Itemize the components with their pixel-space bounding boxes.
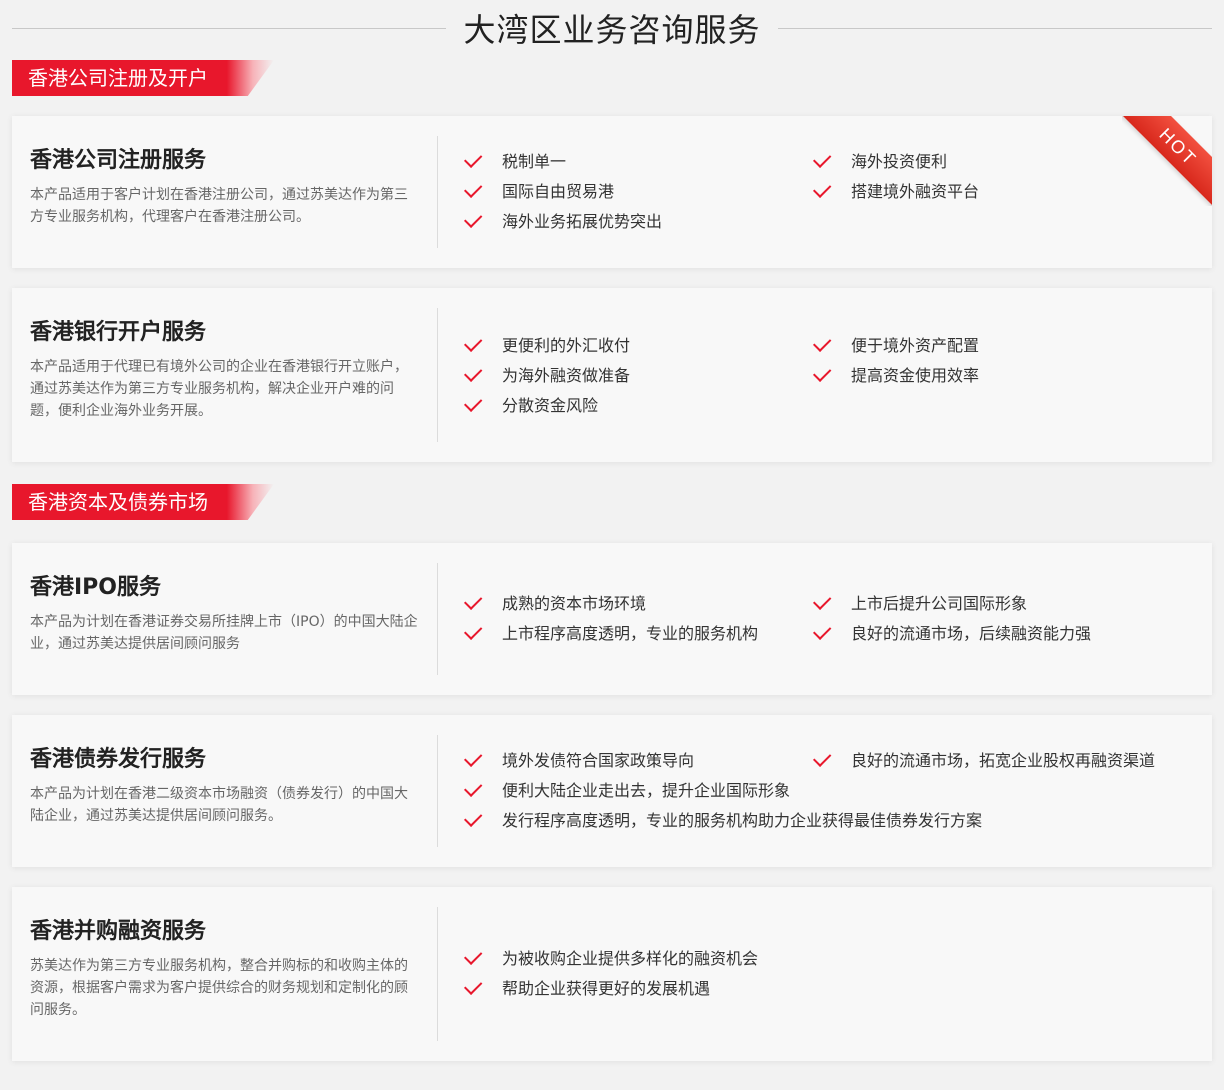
feature-item: 上市程序高度透明，专业的服务机构 bbox=[463, 619, 758, 649]
card-description: 苏美达作为第三方专业服务机构，整合并购标的和收购主体的资源，根据客户需求为客户提… bbox=[30, 958, 408, 1018]
check-icon bbox=[463, 179, 483, 198]
card-title: 香港并购融资服务 bbox=[30, 919, 207, 944]
section-tab-label: 香港资本及债券市场 bbox=[28, 490, 208, 514]
card-title: 香港IPO服务 bbox=[30, 575, 162, 600]
feature-item: 分散资金风险 bbox=[463, 391, 598, 421]
card-divider bbox=[437, 136, 438, 248]
card-description: 本产品为计划在香港二级资本市场融资（债券发行）的中国大陆企业，通过苏美达提供居间… bbox=[30, 786, 408, 824]
feature-item: 国际自由贸易港 bbox=[463, 177, 614, 207]
check-icon bbox=[463, 808, 483, 827]
feature-item: 为海外融资做准备 bbox=[463, 361, 630, 391]
check-icon bbox=[463, 778, 483, 797]
card-info: 香港银行开户服务 本产品适用于代理已有境外公司的企业在香港银行开立账户，通过苏美… bbox=[30, 318, 420, 422]
feature-item: 搭建境外融资平台 bbox=[812, 177, 979, 207]
service-card-bank-account[interactable]: 香港银行开户服务 本产品适用于代理已有境外公司的企业在香港银行开立账户，通过苏美… bbox=[12, 288, 1212, 462]
hot-badge: HOT bbox=[1122, 116, 1212, 206]
card-description: 本产品适用于代理已有境外公司的企业在香港银行开立账户，通过苏美达作为第三方专业服… bbox=[30, 359, 408, 419]
feature-item: 良好的流通市场，后续融资能力强 bbox=[812, 619, 1091, 649]
page-title: 大湾区业务咨询服务 bbox=[463, 11, 761, 49]
check-icon bbox=[812, 363, 832, 382]
service-card-merger-financing[interactable]: 香港并购融资服务 苏美达作为第三方专业服务机构，整合并购标的和收购主体的资源，根… bbox=[12, 887, 1212, 1061]
feature-item: 更便利的外汇收付 bbox=[463, 331, 630, 361]
feature-item: 便利大陆企业走出去，提升企业国际形象 bbox=[463, 776, 790, 806]
feature-item: 海外投资便利 bbox=[812, 147, 947, 177]
card-description: 本产品为计划在香港证券交易所挂牌上市（IPO）的中国大陆企业，通过苏美达提供居间… bbox=[30, 614, 418, 652]
check-icon bbox=[812, 748, 832, 767]
card-title: 香港公司注册服务 bbox=[30, 148, 207, 173]
service-card-company-registration[interactable]: 香港公司注册服务 本产品适用于客户计划在香港注册公司，通过苏美达作为第三方专业服… bbox=[12, 116, 1212, 268]
feature-item: 良好的流通市场，拓宽企业股权再融资渠道 bbox=[812, 746, 1155, 776]
feature-item: 提高资金使用效率 bbox=[812, 361, 979, 391]
check-icon bbox=[463, 591, 483, 610]
check-icon bbox=[812, 333, 832, 352]
card-info: 香港并购融资服务 苏美达作为第三方专业服务机构，整合并购标的和收购主体的资源，根… bbox=[30, 917, 420, 1021]
check-icon bbox=[463, 393, 483, 412]
check-icon bbox=[463, 333, 483, 352]
section-tab-capital-market: 香港资本及债券市场 bbox=[12, 484, 274, 520]
service-card-bond-issuance[interactable]: 香港债券发行服务 本产品为计划在香港二级资本市场融资（债券发行）的中国大陆企业，… bbox=[12, 715, 1212, 867]
check-icon bbox=[463, 363, 483, 382]
check-icon bbox=[812, 149, 832, 168]
check-icon bbox=[812, 179, 832, 198]
check-icon bbox=[463, 748, 483, 767]
feature-item: 上市后提升公司国际形象 bbox=[812, 589, 1027, 619]
feature-item: 发行程序高度透明，专业的服务机构助力企业获得最佳债券发行方案 bbox=[463, 806, 982, 836]
check-icon bbox=[463, 621, 483, 640]
header-divider-right bbox=[778, 28, 1212, 29]
feature-item: 海外业务拓展优势突出 bbox=[463, 207, 662, 237]
feature-item: 成熟的资本市场环境 bbox=[463, 589, 646, 619]
feature-item: 帮助企业获得更好的发展机遇 bbox=[463, 974, 710, 1004]
feature-item: 税制单一 bbox=[463, 147, 566, 177]
card-divider bbox=[437, 308, 438, 442]
check-icon bbox=[463, 946, 483, 965]
page-header: 大湾区业务咨询服务 bbox=[0, 0, 1224, 60]
header-divider-left bbox=[12, 28, 446, 29]
card-title: 香港债券发行服务 bbox=[30, 747, 207, 772]
card-divider bbox=[437, 563, 438, 675]
check-icon bbox=[463, 149, 483, 168]
card-info: 香港IPO服务 本产品为计划在香港证券交易所挂牌上市（IPO）的中国大陆企业，通… bbox=[30, 573, 420, 655]
card-info: 香港公司注册服务 本产品适用于客户计划在香港注册公司，通过苏美达作为第三方专业服… bbox=[30, 146, 420, 228]
check-icon bbox=[463, 976, 483, 995]
hot-badge-label: HOT bbox=[1122, 116, 1212, 206]
card-divider bbox=[437, 735, 438, 847]
card-divider bbox=[437, 907, 438, 1041]
check-icon bbox=[812, 591, 832, 610]
check-icon bbox=[463, 209, 483, 228]
check-icon bbox=[812, 621, 832, 640]
feature-item: 境外发债符合国家政策导向 bbox=[463, 746, 694, 776]
service-card-ipo[interactable]: 香港IPO服务 本产品为计划在香港证券交易所挂牌上市（IPO）的中国大陆企业，通… bbox=[12, 543, 1212, 695]
section-tab-company-registration: 香港公司注册及开户 bbox=[12, 60, 274, 96]
section-tab-label: 香港公司注册及开户 bbox=[28, 66, 208, 90]
card-info: 香港债券发行服务 本产品为计划在香港二级资本市场融资（债券发行）的中国大陆企业，… bbox=[30, 745, 420, 827]
feature-item: 便于境外资产配置 bbox=[812, 331, 979, 361]
card-description: 本产品适用于客户计划在香港注册公司，通过苏美达作为第三方专业服务机构，代理客户在… bbox=[30, 187, 408, 225]
card-title: 香港银行开户服务 bbox=[30, 320, 207, 345]
feature-item: 为被收购企业提供多样化的融资机会 bbox=[463, 944, 758, 974]
